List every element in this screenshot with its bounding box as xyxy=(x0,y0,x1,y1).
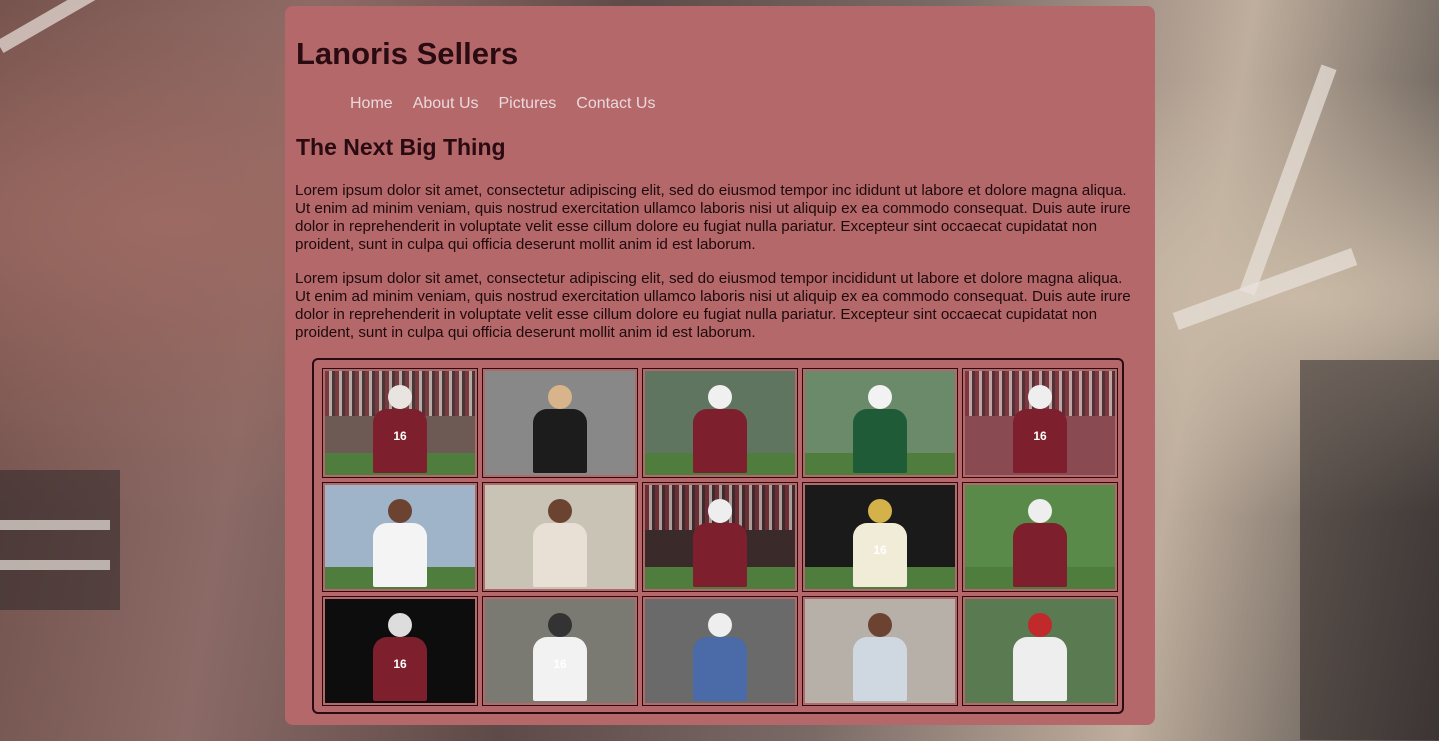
photo-gallery: 16 16 16 16 16 xyxy=(312,358,1124,714)
gallery-thumbnail[interactable]: 16 xyxy=(322,596,478,706)
photo-sideline-teammates xyxy=(965,599,1115,703)
gallery-thumbnail[interactable]: 16 xyxy=(962,368,1118,478)
player-head xyxy=(708,499,732,523)
player-body xyxy=(693,637,747,701)
main-nav: Home About Us Pictures Contact Us xyxy=(350,95,655,113)
gallery-thumbnail[interactable] xyxy=(802,368,958,478)
player-body xyxy=(1013,637,1067,701)
player-body xyxy=(853,409,907,473)
player-head xyxy=(708,385,732,409)
player-head xyxy=(708,613,732,637)
section-heading: The Next Big Thing xyxy=(296,134,506,160)
gallery-thumbnail[interactable] xyxy=(642,368,798,478)
photo-blue-jersey-throw xyxy=(645,599,795,703)
player-head xyxy=(868,613,892,637)
player-head xyxy=(388,385,412,409)
photo-grid: 16 16 16 16 16 xyxy=(322,368,1118,706)
gallery-thumbnail[interactable]: 16 xyxy=(482,596,638,706)
site-title: Lanoris Sellers xyxy=(296,36,519,71)
photo-podium-signing xyxy=(485,485,635,589)
player-head xyxy=(388,613,412,637)
intro-paragraph-2: Lorem ipsum dolor sit amet, consectetur … xyxy=(295,270,1131,341)
jersey-number: 16 xyxy=(1033,429,1047,443)
player-head xyxy=(1028,613,1052,637)
player-head xyxy=(548,499,572,523)
jersey-number: 16 xyxy=(393,429,407,443)
photo-hospital-bed xyxy=(805,599,955,703)
gallery-thumbnail[interactable] xyxy=(322,482,478,592)
nav-contact-us[interactable]: Contact Us xyxy=(576,95,655,113)
player-head xyxy=(1028,385,1052,409)
photo-espn-run xyxy=(645,485,795,589)
player-body xyxy=(693,409,747,473)
photo-qb-throwing-crowd: 16 xyxy=(965,371,1115,475)
photo-carolina-qb-ball xyxy=(645,371,795,475)
player-head xyxy=(1028,499,1052,523)
photo-rivals-camp-throw xyxy=(325,485,475,589)
gallery-thumbnail[interactable] xyxy=(962,596,1118,706)
photo-sideline-white-jersey: 16 xyxy=(485,599,635,703)
gallery-thumbnail[interactable] xyxy=(482,482,638,592)
gallery-thumbnail[interactable] xyxy=(642,596,798,706)
player-body xyxy=(853,637,907,701)
nav-pictures[interactable]: Pictures xyxy=(499,95,557,113)
photo-portrait-suit xyxy=(485,371,635,475)
jersey-number: 16 xyxy=(553,657,567,671)
player-head xyxy=(868,499,892,523)
nav-about-us[interactable]: About Us xyxy=(413,95,479,113)
player-body xyxy=(533,409,587,473)
player-body xyxy=(533,523,587,587)
photo-white-jersey-back: 16 xyxy=(805,485,955,589)
content-panel: Lanoris Sellers Home About Us Pictures C… xyxy=(285,6,1155,725)
gallery-thumbnail[interactable]: 16 xyxy=(322,368,478,478)
gallery-thumbnail[interactable] xyxy=(482,368,638,478)
player-head xyxy=(548,613,572,637)
photo-studio-pose: 16 xyxy=(325,599,475,703)
player-head xyxy=(548,385,572,409)
photo-goal-line-dive xyxy=(965,485,1115,589)
photo-qb-dropback: 16 xyxy=(325,371,475,475)
player-head xyxy=(868,385,892,409)
player-body xyxy=(693,523,747,587)
gallery-thumbnail[interactable]: 16 xyxy=(802,482,958,592)
player-body xyxy=(373,523,427,587)
photo-carolina-green-jersey xyxy=(805,371,955,475)
gallery-thumbnail[interactable] xyxy=(642,482,798,592)
gallery-thumbnail[interactable] xyxy=(962,482,1118,592)
nav-home[interactable]: Home xyxy=(350,95,393,113)
intro-paragraph-1: Lorem ipsum dolor sit amet, consectetur … xyxy=(295,182,1131,253)
jersey-number: 16 xyxy=(873,543,887,557)
gallery-thumbnail[interactable] xyxy=(802,596,958,706)
player-body xyxy=(1013,523,1067,587)
player-head xyxy=(388,499,412,523)
jersey-number: 16 xyxy=(393,657,407,671)
